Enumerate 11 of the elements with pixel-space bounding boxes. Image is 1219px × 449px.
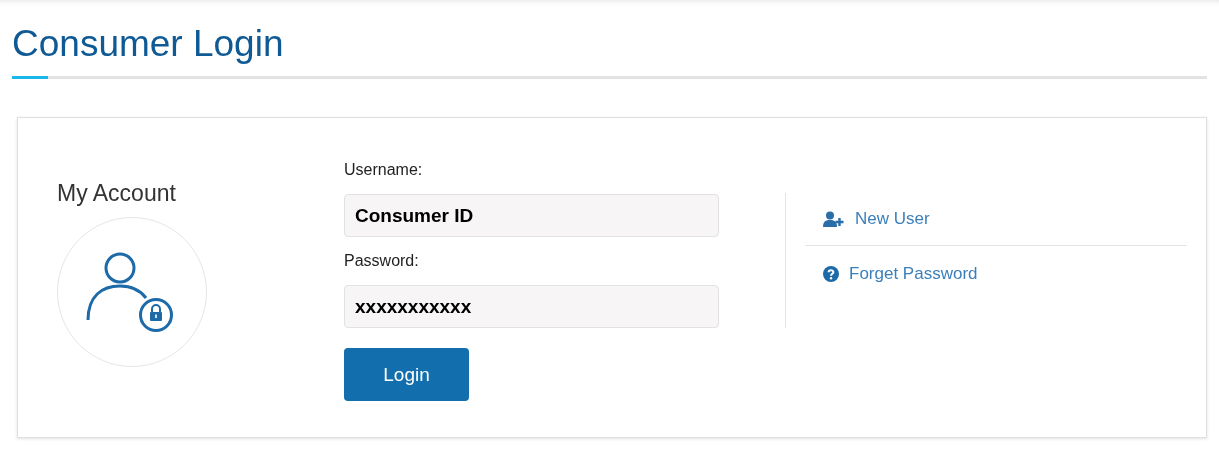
page-title: Consumer Login [12, 22, 285, 66]
input-field[interactable]: xxxxxxxxxxx [344, 285, 719, 328]
user-plus-icon [823, 211, 845, 227]
field-label: Password: [344, 251, 420, 271]
field-label: Username: [344, 160, 424, 180]
link[interactable]: Forget Password [849, 264, 978, 284]
question-icon [823, 266, 839, 282]
login-button[interactable]: Login [344, 348, 469, 401]
link[interactable]: New User [855, 209, 930, 229]
input-field[interactable]: Consumer ID [344, 194, 719, 237]
account-heading: My Account [57, 179, 177, 207]
